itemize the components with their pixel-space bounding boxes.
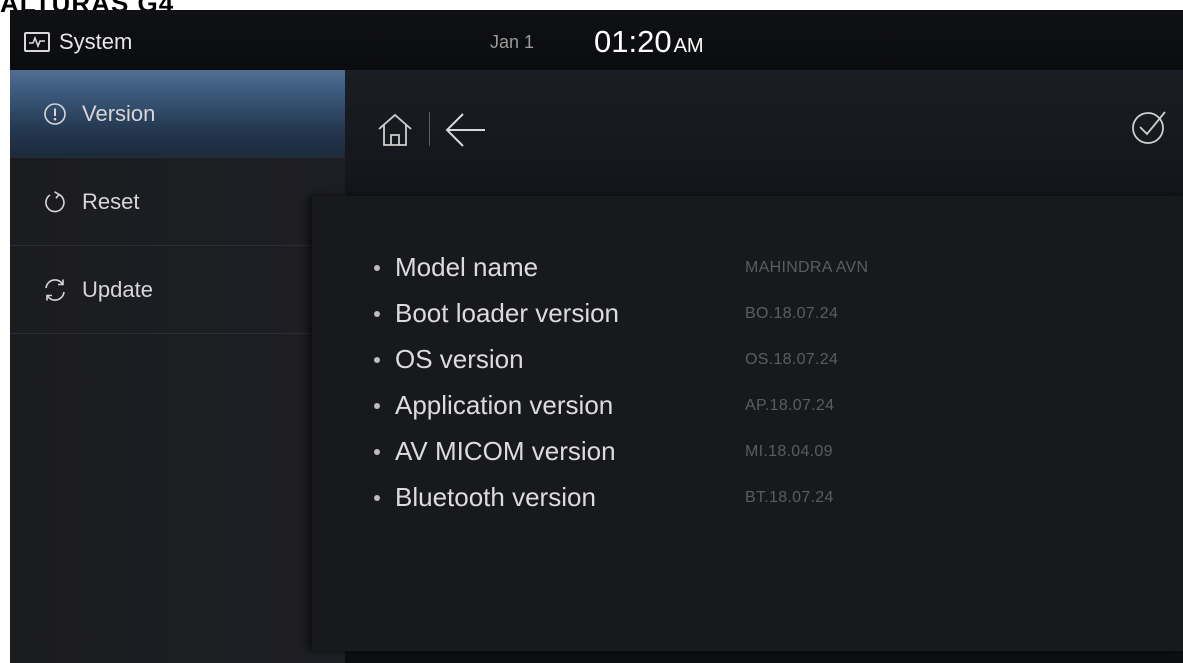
monitor-pulse-icon (24, 32, 50, 52)
bullet (374, 265, 380, 271)
sidebar: Version Reset Update (10, 70, 345, 663)
nav-divider (429, 112, 430, 146)
sidebar-item-update[interactable]: Update (10, 246, 345, 334)
bullet (374, 449, 380, 455)
info-label: Bluetooth version (395, 482, 596, 512)
back-arrow-icon[interactable] (443, 110, 489, 150)
reset-icon (42, 189, 68, 215)
info-label: OS version (395, 344, 524, 374)
sidebar-item-label: Update (82, 276, 153, 302)
info-row-application: Application version AP.18.07.24 (312, 384, 1183, 430)
page-caption: ALTURAS G4 (0, 0, 175, 18)
home-icon[interactable] (375, 110, 415, 150)
status-app[interactable]: System (24, 29, 132, 55)
check-circle-icon[interactable] (1129, 106, 1171, 148)
sidebar-item-reset[interactable]: Reset (10, 158, 345, 246)
status-date: Jan 1 (490, 32, 535, 52)
bullet (374, 311, 380, 317)
info-icon (42, 101, 68, 127)
sidebar-item-label: Reset (82, 188, 140, 214)
info-row-boot-loader: Boot loader version BO.18.07.24 (312, 292, 1183, 338)
status-time-value: 01:20 (594, 24, 672, 59)
info-label: AV MICOM version (395, 436, 616, 466)
version-info-panel: Model name MAHINDRA AVN Boot loader vers… (312, 196, 1183, 651)
info-value: MAHINDRA AVN (745, 259, 869, 276)
infotainment-screen: System Jan 1 01:20 AM Version Reset Updat… (10, 10, 1183, 663)
info-row-av-micom: AV MICOM version MI.18.04.09 (312, 430, 1183, 476)
info-label: Model name (395, 252, 539, 282)
refresh-icon (42, 277, 68, 303)
info-value: MI.18.04.09 (745, 443, 833, 460)
info-value: BO.18.07.24 (745, 305, 839, 322)
info-value: AP.18.07.24 (745, 397, 835, 414)
bullet (374, 403, 380, 409)
status-ampm: AM (673, 35, 704, 57)
info-row-model-name: Model name MAHINDRA AVN (312, 246, 1183, 292)
status-time: 01:20 AM (594, 24, 704, 60)
sidebar-item-label: Version (82, 100, 156, 126)
info-row-bluetooth: Bluetooth version BT.18.07.24 (312, 476, 1183, 522)
status-app-label: System (59, 29, 133, 54)
info-row-os: OS version OS.18.07.24 (312, 338, 1183, 384)
info-label: Boot loader version (395, 298, 620, 328)
bullet (374, 357, 380, 363)
info-value: BT.18.07.24 (745, 489, 834, 506)
status-bar: System Jan 1 01:20 AM (10, 10, 1183, 70)
bullet (374, 495, 380, 501)
sidebar-item-version[interactable]: Version (10, 70, 345, 158)
info-value: OS.18.07.24 (745, 351, 839, 368)
info-label: Application version (395, 390, 614, 420)
